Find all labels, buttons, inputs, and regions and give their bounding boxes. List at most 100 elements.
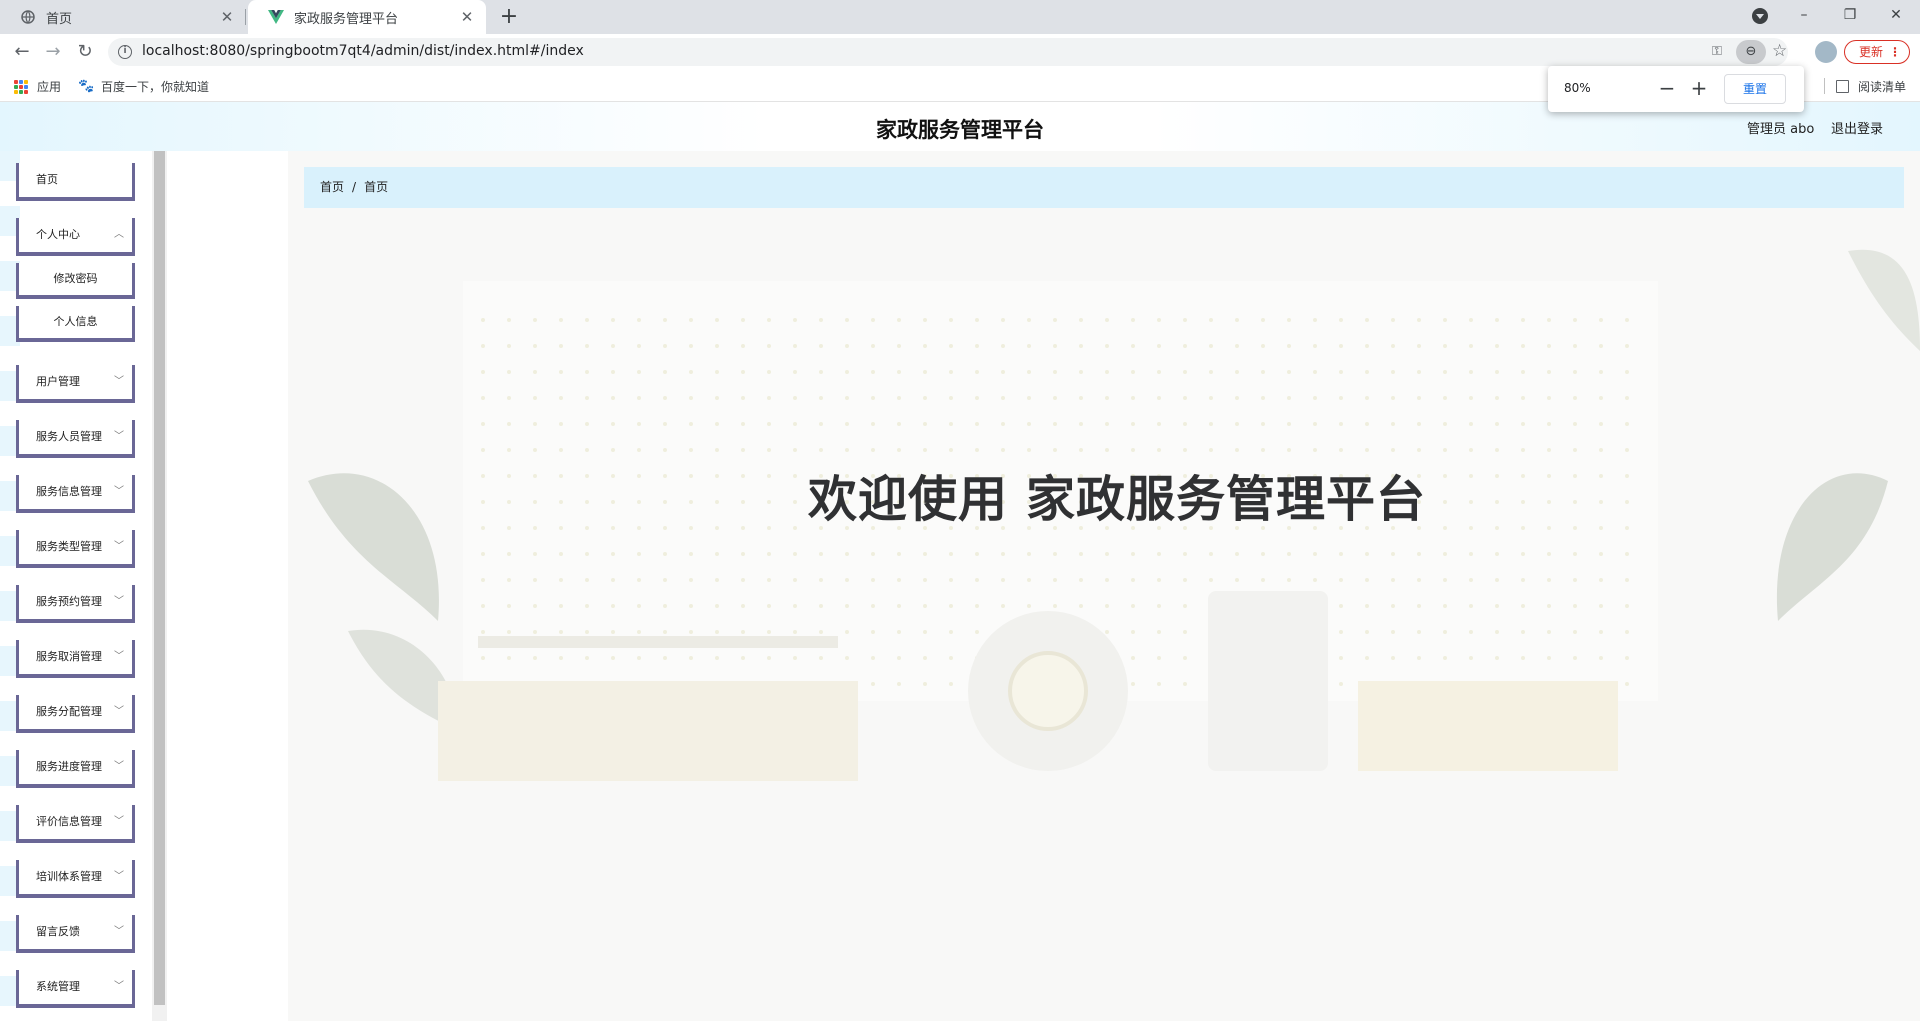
chevron-down-icon: ﹀ (114, 761, 124, 772)
chevron-up-icon: ︿ (114, 229, 124, 240)
chevron-down-icon: ﹀ (114, 706, 124, 717)
welcome-title: 欢迎使用 家政服务管理平台 (808, 471, 1427, 528)
current-user: 管理员 abo (1747, 122, 1815, 137)
vue-logo-icon (268, 9, 284, 25)
baidu-paw-icon: 🐾 (78, 78, 95, 94)
zoom-out-button[interactable]: − (1656, 76, 1678, 100)
bookmark-label: 应用 (37, 80, 62, 94)
sidebar-item-label: 服务进度管理 (36, 760, 102, 773)
reading-list-icon (1836, 80, 1849, 93)
breadcrumb-item-home[interactable]: 首页 (320, 180, 344, 194)
browser-tab-active[interactable]: 家政服务管理平台 ✕ (248, 0, 486, 34)
zoom-in-button[interactable]: + (1688, 76, 1710, 100)
sidebar-item-label: 培训体系管理 (36, 870, 102, 883)
sidebar-item-label: 服务分配管理 (36, 705, 102, 718)
close-tab-icon[interactable]: ✕ (218, 8, 236, 26)
chevron-down-icon: ﹀ (114, 926, 124, 937)
background-illustration (308, 249, 1920, 781)
sidebar-item-label: 评价信息管理 (36, 815, 102, 828)
sidebar-item-personal-center[interactable]: 个人中心 ︿ (16, 218, 135, 256)
sidebar-item-reviews[interactable]: 评价信息管理 ﹀ (16, 805, 135, 843)
sidebar-item-staff-management[interactable]: 服务人员管理 ﹀ (16, 420, 135, 458)
sidebar-item-label: 服务类型管理 (36, 540, 102, 553)
breadcrumb: 首页 / 首页 (304, 167, 1904, 208)
scrollbar-thumb[interactable] (154, 151, 165, 1005)
chevron-down-icon: ﹀ (114, 541, 124, 552)
sidebar-item-home[interactable]: 首页 (16, 163, 135, 201)
sidebar-subitem-personal-info[interactable]: 个人信息 (16, 306, 135, 342)
globe-icon (20, 9, 36, 25)
forward-icon[interactable]: → (41, 40, 65, 64)
chevron-down-icon: ﹀ (114, 376, 124, 387)
chevron-down-icon: ﹀ (114, 871, 124, 882)
reading-list[interactable]: 阅读清单 (1824, 78, 1907, 95)
sidebar-item-service-progress[interactable]: 服务进度管理 ﹀ (16, 750, 135, 788)
sidebar-item-label: 服务取消管理 (36, 650, 102, 663)
apps-grid-icon (14, 79, 28, 94)
sidebar-item-training[interactable]: 培训体系管理 ﹀ (16, 860, 135, 898)
zoom-level: 80% (1564, 81, 1591, 95)
browser-tab-home[interactable]: 首页 ✕ (0, 0, 246, 34)
chevron-down-icon: ﹀ (114, 431, 124, 442)
logout-button[interactable]: 退出登录 (1831, 118, 1883, 137)
back-icon[interactable]: ← (10, 40, 34, 64)
tab-title: 家政服务管理平台 (294, 11, 399, 27)
browser-tabstrip: 首页 ✕ 家政服务管理平台 ✕ + – ❐ ✕ (0, 0, 1920, 34)
sidebar-item-label: 个人中心 (36, 228, 80, 241)
bookmark-baidu[interactable]: 🐾 百度一下，你就知道 (78, 78, 209, 95)
bookmark-star-icon[interactable]: ☆ (1772, 41, 1787, 61)
address-bar[interactable]: i localhost:8080/springbootm7qt4/admin/d… (108, 38, 1788, 66)
key-icon[interactable]: ⚿ (1712, 44, 1722, 59)
tab-search-icon[interactable] (1752, 8, 1768, 24)
chevron-down-icon: ﹀ (114, 816, 124, 827)
tab-title: 首页 (46, 11, 73, 27)
browser-toolbar: ← → ↻ i localhost:8080/springbootm7qt4/a… (0, 34, 1920, 70)
sidebar-item-service-cancel[interactable]: 服务取消管理 ﹀ (16, 640, 135, 678)
sidebar-item-label: 个人信息 (53, 315, 98, 328)
more-menu-icon: ⋮ (1889, 45, 1901, 59)
sidebar-subitem-change-password[interactable]: 修改密码 (16, 263, 135, 299)
profile-avatar[interactable] (1815, 41, 1837, 63)
close-tab-icon[interactable]: ✕ (458, 8, 476, 26)
welcome-background (288, 151, 1920, 1021)
sidebar-item-label: 用户管理 (36, 375, 80, 388)
new-tab-button[interactable]: + (496, 5, 522, 31)
site-info-icon[interactable]: i (118, 45, 132, 59)
zoom-popover: 80% − + 重置 (1548, 66, 1804, 112)
sidebar-item-label: 系统管理 (36, 980, 80, 993)
sidebar-scrollbar[interactable] (152, 151, 167, 1021)
update-button[interactable]: 更新 ⋮ (1844, 40, 1910, 64)
chevron-down-icon: ﹀ (114, 981, 124, 992)
divider (1824, 78, 1825, 94)
minimize-icon[interactable]: – (1781, 0, 1827, 30)
sidebar-item-system[interactable]: 系统管理 ﹀ (16, 970, 135, 1008)
reload-icon[interactable]: ↻ (73, 40, 97, 64)
sidebar-item-service-info[interactable]: 服务信息管理 ﹀ (16, 475, 135, 513)
sidebar-item-label: 服务预约管理 (36, 595, 102, 608)
sidebar-item-service-assign[interactable]: 服务分配管理 ﹀ (16, 695, 135, 733)
breadcrumb-item-current: 首页 (364, 180, 389, 194)
zoom-reset-button[interactable]: 重置 (1724, 74, 1786, 104)
zoom-icon[interactable]: ⊖ (1736, 40, 1766, 64)
restore-icon[interactable]: ❐ (1827, 0, 1873, 30)
app-title: 家政服务管理平台 (876, 118, 1044, 142)
sidebar-item-label: 首页 (36, 173, 58, 186)
sidebar-item-service-type[interactable]: 服务类型管理 ﹀ (16, 530, 135, 568)
url-text[interactable]: localhost:8080/springbootm7qt4/admin/dis… (142, 43, 584, 59)
sidebar-item-user-management[interactable]: 用户管理 ﹀ (16, 365, 135, 403)
sidebar-item-label: 留言反馈 (36, 925, 80, 938)
close-window-icon[interactable]: ✕ (1873, 0, 1919, 30)
reading-list-label: 阅读清单 (1858, 80, 1907, 94)
chevron-down-icon: ﹀ (114, 486, 124, 497)
breadcrumb-separator: / (352, 180, 357, 194)
app-root: 家政服务管理平台 管理员 abo 退出登录 首页 个人中心 ︿ 修改密码 个人信… (0, 102, 1920, 1021)
bookmark-apps[interactable]: 应用 (14, 78, 61, 95)
sidebar-item-service-booking[interactable]: 服务预约管理 ﹀ (16, 585, 135, 623)
chevron-down-icon: ﹀ (114, 596, 124, 607)
sidebar-item-feedback[interactable]: 留言反馈 ﹀ (16, 915, 135, 953)
sidebar-item-label: 修改密码 (53, 272, 98, 285)
bookmark-label: 百度一下，你就知道 (101, 80, 210, 94)
sidebar-item-label: 服务人员管理 (36, 430, 102, 443)
update-label: 更新 (1859, 45, 1884, 59)
chevron-down-icon: ﹀ (114, 651, 124, 662)
